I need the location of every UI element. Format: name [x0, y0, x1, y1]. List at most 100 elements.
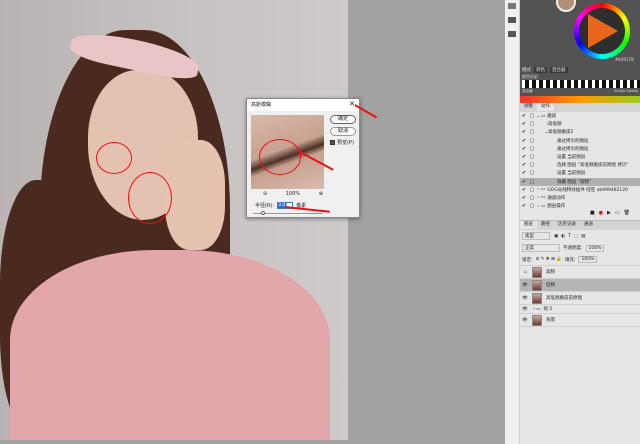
action-label: 通过拷贝的图层 — [557, 146, 589, 152]
action-item[interactable]: ✔ ▢ › ▭ GOG光线特效插件 旺旺 ab999482120 — [520, 186, 640, 194]
preview-checkbox[interactable] — [330, 140, 335, 145]
play-icon[interactable]: ▶ — [607, 210, 615, 216]
check-icon[interactable]: ✔ — [520, 187, 528, 193]
action-item[interactable]: ✔ ▢ ⌄ ▭ 磨皮 — [520, 112, 640, 120]
check-icon[interactable]: ✔ — [520, 162, 528, 168]
chevron-down-icon[interactable]: ⌄ — [536, 114, 540, 119]
document-canvas[interactable] — [0, 0, 505, 444]
delete-icon[interactable]: 🗑 — [624, 210, 634, 216]
dialog-toggle[interactable]: ▢ — [528, 129, 536, 135]
properties-icon[interactable] — [508, 31, 516, 37]
dialog-toggle[interactable]: ▢ — [528, 162, 536, 168]
chevron-right-icon[interactable]: › — [536, 187, 539, 192]
chevron-right-icon[interactable]: › — [536, 122, 548, 127]
layer-name: 组 5 — [543, 307, 553, 313]
check-icon[interactable]: ✔ — [520, 121, 528, 127]
check-icon[interactable]: ✔ — [520, 195, 528, 201]
dialog-toggle[interactable]: ▢ — [528, 195, 536, 201]
color-icon[interactable] — [508, 3, 516, 9]
zoom-in-icon[interactable]: ⊕ — [319, 191, 323, 197]
tab-layers-2[interactable]: 历史记录 — [554, 221, 580, 229]
dialog-toggle[interactable]: ▢ — [528, 146, 536, 152]
dialog-toggle[interactable]: ▢ — [528, 170, 536, 176]
dialog-toggle[interactable]: ▢ — [528, 187, 536, 193]
check-icon[interactable]: ✔ — [520, 146, 528, 152]
new-set-icon[interactable]: ▭ — [615, 210, 624, 216]
chevron-right-icon[interactable]: › — [536, 195, 539, 200]
check-icon[interactable]: ✔ — [520, 154, 528, 160]
tab-layers-0[interactable]: 图层 — [520, 221, 537, 230]
action-item[interactable]: ✔ ▢ ⌄ 高低频磨皮2 — [520, 128, 640, 136]
action-item[interactable]: ✔ ▢ 隐藏 图层 "高频" — [520, 177, 640, 186]
check-icon[interactable]: ✔ — [520, 113, 528, 119]
action-item[interactable]: ✔ ▢ 通过拷贝的图层 — [520, 137, 640, 145]
layer-name: 高频 — [546, 270, 555, 276]
folder-icon: ▭ — [541, 187, 546, 193]
color-wheel-panel: #b39178 模式 调色 混合器 颜色历史 混合器 Studio Sweep — [520, 0, 640, 96]
dialog-toggle[interactable]: ▢ — [528, 113, 536, 119]
mixer-label: 混合器 — [522, 89, 533, 93]
filter-select[interactable]: 类型 — [522, 232, 550, 241]
opacity-input[interactable]: 100% — [585, 244, 605, 252]
check-icon[interactable]: ✔ — [520, 203, 528, 209]
record-icon[interactable]: ● — [599, 210, 607, 216]
chevron-right-icon[interactable]: › — [536, 204, 539, 209]
layer-thumbnail — [532, 314, 542, 326]
filter-icons[interactable]: ▣◐T⬚▤ — [554, 234, 588, 239]
dialog-toggle[interactable]: ▢ — [528, 138, 536, 144]
layer-row[interactable]: 👁 高低频磨皮前原图 — [520, 292, 640, 306]
action-label: 图层操作 — [547, 204, 566, 210]
tab-layers-1[interactable]: 路径 — [537, 221, 554, 229]
lock-icons[interactable]: ⊡ ✎ ✥ ⊞ 🔒 — [536, 257, 562, 262]
action-label: 设置 当前图层 — [557, 171, 586, 177]
layer-row[interactable]: 👁 › ▭ 组 5 — [520, 305, 640, 315]
dialog-toggle[interactable]: ▢ — [528, 121, 536, 127]
chevron-down-icon[interactable]: ⌄ — [536, 130, 548, 135]
tab-actions[interactable]: 动作 — [537, 103, 554, 111]
fill-input[interactable]: 100% — [578, 256, 598, 264]
tab-adjustments[interactable]: 调整 — [520, 103, 537, 111]
cancel-button[interactable]: 取消 — [330, 127, 356, 136]
mixer-button[interactable]: 混合器 — [550, 67, 568, 73]
layer-row[interactable]: 👁 低频 — [520, 279, 640, 293]
swatches-icon[interactable] — [508, 17, 516, 23]
action-label: 选择 图层 "高低频磨皮前原图 拷贝" — [557, 163, 629, 169]
color-wheel[interactable] — [574, 3, 630, 59]
mode-button[interactable]: 调色 — [534, 67, 547, 73]
lock-label: 锁定: — [522, 257, 533, 263]
fill-label: 填充: — [564, 257, 576, 263]
action-item[interactable]: ✔ ▢ 选择 图层 "高低频磨皮前原图 拷贝" — [520, 161, 640, 169]
zoom-out-icon[interactable]: ⊖ — [263, 191, 267, 197]
action-item[interactable]: ✔ ▢ 设置 当前图层 — [520, 153, 640, 161]
action-item[interactable]: ✔ ▢ 设置 当前图层 — [520, 169, 640, 177]
blur-preview[interactable] — [251, 115, 324, 189]
action-item[interactable]: ✔ ▢ 通过拷贝的图层 — [520, 145, 640, 153]
radius-slider[interactable] — [253, 211, 323, 215]
gradient-bar[interactable] — [520, 96, 640, 103]
eye-icon[interactable]: 👁 — [520, 318, 530, 323]
eye-icon[interactable]: 👁 — [520, 307, 530, 312]
dialog-toggle[interactable]: ▢ — [528, 154, 536, 160]
tab-layers-3[interactable]: 通道 — [580, 221, 597, 229]
blend-mode-select[interactable]: 正常 — [522, 244, 560, 253]
check-icon[interactable]: ✔ — [520, 170, 528, 176]
action-item[interactable]: ✔ ▢ › 高低频 — [520, 120, 640, 128]
layer-row[interactable]: 👁 背景 — [520, 314, 640, 328]
eye-icon[interactable]: ▫ — [520, 270, 530, 275]
check-icon[interactable]: ✔ — [520, 138, 528, 144]
stop-icon[interactable]: ■ — [590, 210, 599, 216]
color-history-swatches[interactable] — [522, 80, 640, 88]
dialog-toggle[interactable]: ▢ — [528, 203, 536, 209]
ok-button[interactable]: 确定 — [330, 115, 356, 124]
eye-icon[interactable]: 👁 — [520, 296, 530, 301]
layer-row[interactable]: ▫ 高频 — [520, 266, 640, 280]
actions-panel: 调整 动作 ✔ ▢ ⌄ ▭ 磨皮 ✔ ▢ › 高低频 ✔ ▢ ⌄ 高低频磨皮2 ✔ ▢ 通过拷贝的图层 ✔ ▢ 通过拷… — [520, 103, 640, 220]
eye-icon[interactable]: 👁 — [520, 283, 530, 288]
action-label: 通过拷贝的图层 — [557, 138, 589, 144]
action-item[interactable]: ✔ ▢ › ▭ 通道动作 — [520, 194, 640, 202]
check-icon[interactable]: ✔ — [520, 179, 528, 185]
action-label: 磨皮 — [547, 114, 557, 120]
dialog-toggle[interactable]: ▢ — [528, 179, 536, 185]
gaussian-blur-dialog: 高斯模糊 ✕ 确定 取消 预览(P) ⊖ 100% ⊕ 半径(R): 3.0 像… — [246, 98, 360, 218]
check-icon[interactable]: ✔ — [520, 129, 528, 135]
